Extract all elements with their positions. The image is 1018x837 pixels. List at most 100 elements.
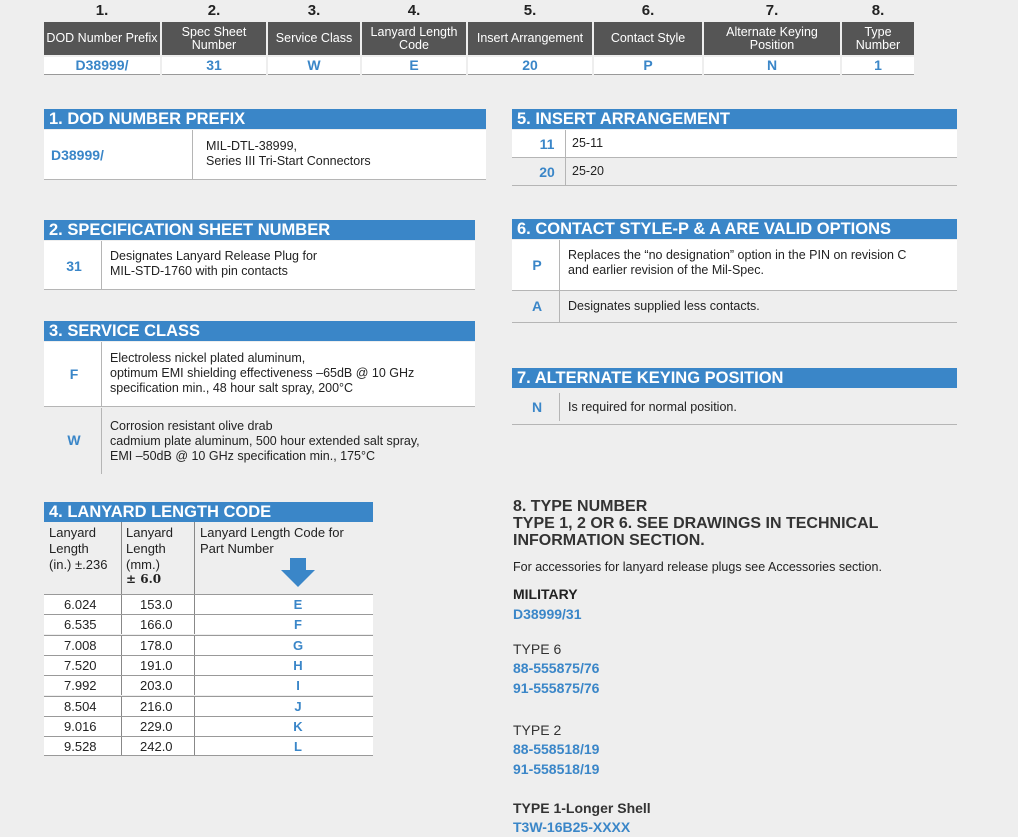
table-row: 9.016 229.0 K (44, 716, 373, 736)
section-title: 1. DOD NUMBER PREFIX (44, 109, 486, 129)
cell-mm: 178.0 (140, 638, 173, 653)
section-title: 5. INSERT ARRANGEMENT (512, 109, 957, 129)
row-description: Replaces the “no designation” option in … (568, 248, 907, 277)
row-description: 25-11 (572, 136, 604, 150)
divider (194, 697, 195, 716)
pn-column-number: 1. (95, 2, 109, 19)
divider (194, 522, 195, 594)
pn-column-value: P (594, 57, 702, 75)
section-title: 4. LANYARD LENGTH CODE (44, 502, 373, 522)
column-header-mm: Lanyard Length (mm.) ± 6.0 (126, 525, 173, 586)
pn-column-header: Insert Arrangement (468, 22, 592, 55)
type1-label: TYPE 1-Longer Shell (513, 800, 651, 816)
pn-column-number: 6. (641, 2, 655, 19)
lanyard-table-header: Lanyard Length (in.) ±.236 Lanyard Length (m… (44, 522, 373, 594)
section-title: 8. TYPE NUMBER TYPE 1, 2 OR 6. SEE DRAWI… (513, 498, 879, 549)
type2-label: TYPE 2 (513, 722, 562, 738)
pn-column-value: N (704, 57, 840, 75)
divider (121, 737, 122, 755)
divider (121, 697, 122, 716)
divider (194, 656, 195, 675)
pn-column-header: Lanyard Length Code (362, 22, 466, 55)
pn-column-number: 3. (307, 2, 321, 19)
divider (121, 595, 122, 614)
pn-column-value: D38999/ (44, 57, 160, 75)
divider (194, 636, 195, 655)
row-code: P (532, 257, 542, 273)
table-row: W Corrosion resistant olive drab cadmium … (44, 408, 475, 474)
pn-column-number: 5. (523, 2, 537, 19)
row-description: Is required for normal position. (568, 400, 737, 414)
type2-part-number: 88-558518/19 (513, 741, 600, 757)
divider (101, 408, 102, 474)
type2-part-number: 91-558518/19 (513, 761, 600, 777)
divider (559, 393, 560, 421)
section-title: 7. ALTERNATE KEYING POSITION (512, 368, 957, 388)
divider (101, 241, 102, 289)
cell-code: L (294, 739, 302, 754)
pn-column-number: 2. (207, 2, 221, 19)
pn-column-header: Contact Style (594, 22, 702, 55)
divider (121, 676, 122, 695)
divider (194, 737, 195, 755)
pn-column-value: W (268, 57, 360, 75)
row-code: 31 (66, 258, 82, 274)
row-code: A (531, 298, 543, 314)
cell-code: E (293, 597, 303, 612)
pn-column-1: 1. DOD Number Prefix D38999/ (44, 0, 160, 80)
divider (121, 717, 122, 736)
row-code: N (531, 399, 543, 415)
cell-mm: 216.0 (140, 699, 173, 714)
divider (559, 240, 560, 290)
pn-column-value: 20 (468, 57, 592, 75)
cell-mm: 203.0 (140, 678, 173, 693)
cell-mm: 242.0 (140, 739, 173, 754)
type6-part-number: 91-555875/76 (513, 680, 600, 696)
pn-column-number: 8. (871, 2, 885, 19)
row-code: W (67, 432, 81, 448)
table-row: 9.528 242.0 L (44, 736, 373, 756)
pn-column-header: Service Class (268, 22, 360, 55)
pn-column-header: Alternate Keying Position (704, 22, 840, 55)
cell-inches: 6.024 (64, 597, 97, 612)
divider (192, 130, 193, 179)
section-title: 6. CONTACT STYLE-P & A ARE VALID OPTIONS (512, 219, 957, 239)
cell-inches: 6.535 (64, 617, 97, 632)
table-row: 8.504 216.0 J (44, 696, 373, 716)
down-arrow-icon (281, 558, 315, 587)
table-row: 20 25-20 (512, 158, 957, 186)
divider (121, 636, 122, 655)
divider (101, 342, 102, 406)
divider (121, 615, 122, 634)
column-header-inches: Lanyard Length (in.) ±.236 (49, 525, 108, 572)
pn-column-7: 7. Alternate Keying Position N (704, 0, 840, 80)
table-row: 7.008 178.0 G (44, 635, 373, 655)
table-row: 7.520 191.0 H (44, 655, 373, 675)
row-description: Electroless nickel plated aluminum, optim… (110, 351, 415, 395)
divider (121, 522, 122, 594)
military-part-number: D38999/31 (513, 606, 582, 622)
divider (194, 595, 195, 614)
section-title: 3. SERVICE CLASS (44, 321, 475, 341)
pn-column-3: 3. Service Class W (268, 0, 360, 80)
divider (194, 615, 195, 634)
row-code: D38999/ (51, 147, 104, 163)
divider (565, 130, 566, 157)
row-description: Designates Lanyard Release Plug for MIL-S… (110, 249, 318, 278)
row-description: 25-20 (572, 164, 604, 178)
pn-column-number: 7. (765, 2, 779, 19)
cell-code: G (292, 638, 304, 653)
type6-label: TYPE 6 (513, 641, 562, 657)
pn-column-value: 1 (842, 57, 914, 75)
table-row: 11 25-11 (512, 130, 957, 158)
pn-column-header: DOD Number Prefix (44, 22, 160, 55)
pn-column-8: 8. Type Number 1 (842, 0, 914, 80)
cell-inches: 7.520 (64, 658, 97, 673)
table-row: N Is required for normal position. (512, 389, 957, 425)
cell-mm: 153.0 (140, 597, 173, 612)
row-description: Corrosion resistant olive drab cadmium pl… (110, 419, 420, 463)
cell-mm: 229.0 (140, 719, 173, 734)
cell-inches: 7.992 (64, 678, 97, 693)
table-row: A Designates supplied less contacts. (512, 291, 957, 323)
cell-inches: 9.016 (64, 719, 97, 734)
